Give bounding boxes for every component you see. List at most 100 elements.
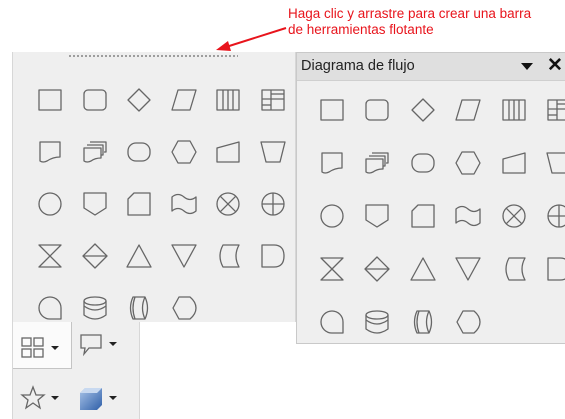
cube-3d-icon bbox=[80, 388, 102, 410]
docked-punched-tape-button[interactable] bbox=[162, 178, 207, 230]
magnetic-disc-icon bbox=[83, 296, 107, 320]
docked-connector-button[interactable] bbox=[28, 178, 73, 230]
star-icon bbox=[20, 385, 46, 410]
collate-icon bbox=[320, 256, 344, 281]
floating-direct-access-storage-button[interactable] bbox=[400, 295, 446, 348]
floating-stored-data-button[interactable] bbox=[491, 242, 537, 295]
collate-icon bbox=[38, 244, 62, 268]
or-icon bbox=[547, 203, 565, 228]
docked-delay-button[interactable] bbox=[251, 230, 296, 282]
manual-operation-icon bbox=[260, 141, 286, 163]
window-titlebar[interactable]: Diagrama de flujo ✕ bbox=[297, 53, 565, 81]
floating-predefined-process-button[interactable] bbox=[491, 83, 537, 136]
docked-manual-operation-button[interactable] bbox=[251, 126, 296, 178]
internal-storage-icon bbox=[261, 89, 285, 111]
data-icon bbox=[171, 89, 197, 111]
floating-or-button[interactable] bbox=[537, 189, 565, 242]
floating-display-button[interactable] bbox=[446, 295, 492, 348]
docked-data-button[interactable] bbox=[162, 74, 207, 126]
docked-manual-input-button[interactable] bbox=[206, 126, 251, 178]
manual-input-icon bbox=[502, 151, 526, 174]
manual-input-icon bbox=[216, 141, 240, 163]
off-page-connector-icon bbox=[365, 203, 389, 228]
direct-access-storage-icon bbox=[413, 309, 432, 334]
docked-predefined-process-button[interactable] bbox=[206, 74, 251, 126]
docked-decision-button[interactable] bbox=[117, 74, 162, 126]
process-icon bbox=[38, 89, 62, 111]
floating-magnetic-disc-button[interactable] bbox=[355, 295, 401, 348]
internal-storage-icon bbox=[547, 98, 565, 121]
delay-icon bbox=[547, 256, 565, 281]
terminator-icon bbox=[411, 152, 435, 173]
floating-connector-button[interactable] bbox=[309, 189, 355, 242]
manual-operation-icon bbox=[546, 151, 565, 174]
floating-delay-button[interactable] bbox=[537, 242, 565, 295]
floating-document-button[interactable] bbox=[309, 136, 355, 189]
toolbar-drag-handle[interactable] bbox=[68, 54, 238, 58]
summing-junction-icon bbox=[216, 192, 240, 216]
terminator-icon bbox=[127, 142, 151, 162]
extract-icon bbox=[126, 244, 152, 268]
floating-data-button[interactable] bbox=[446, 83, 492, 136]
floating-summing-junction-button[interactable] bbox=[491, 189, 537, 242]
floating-off-page-connector-button[interactable] bbox=[355, 189, 401, 242]
floating-sort-button[interactable] bbox=[355, 242, 401, 295]
floating-manual-operation-button[interactable] bbox=[537, 136, 565, 189]
floating-punched-tape-button[interactable] bbox=[446, 189, 492, 242]
floating-merge-button[interactable] bbox=[446, 242, 492, 295]
data-icon bbox=[455, 98, 481, 121]
flowchart-tab[interactable] bbox=[19, 334, 59, 362]
docked-multidocument-button[interactable] bbox=[73, 126, 118, 178]
chevron-down-icon bbox=[51, 396, 59, 400]
merge-icon bbox=[455, 256, 481, 281]
floating-sequential-access-button[interactable] bbox=[309, 295, 355, 348]
floating-process-button[interactable] bbox=[309, 83, 355, 136]
docked-preparation-button[interactable] bbox=[162, 126, 207, 178]
docked-summing-junction-button[interactable] bbox=[206, 178, 251, 230]
callouts-tab[interactable] bbox=[77, 330, 117, 358]
docked-merge-button[interactable] bbox=[162, 230, 207, 282]
document-icon bbox=[321, 151, 343, 174]
docked-extract-button[interactable] bbox=[117, 230, 162, 282]
punched-tape-icon bbox=[171, 193, 197, 215]
docked-process-button[interactable] bbox=[28, 74, 73, 126]
3d-objects-tab[interactable] bbox=[77, 384, 117, 412]
multidocument-icon bbox=[365, 151, 389, 174]
connector-icon bbox=[38, 192, 62, 216]
floating-multidocument-button[interactable] bbox=[355, 136, 401, 189]
floating-extract-button[interactable] bbox=[400, 242, 446, 295]
window-menu-button[interactable] bbox=[521, 63, 533, 70]
floating-terminator-button[interactable] bbox=[400, 136, 446, 189]
connector-icon bbox=[320, 203, 344, 228]
floating-preparation-button[interactable] bbox=[446, 136, 492, 189]
docked-off-page-connector-button[interactable] bbox=[73, 178, 118, 230]
merge-icon bbox=[171, 244, 197, 268]
docked-terminator-button[interactable] bbox=[117, 126, 162, 178]
close-icon[interactable]: ✕ bbox=[547, 56, 563, 76]
docked-display-button[interactable] bbox=[162, 282, 207, 334]
docked-alternate-process-button[interactable] bbox=[73, 74, 118, 126]
annotation-line-2: de herramientas flotante bbox=[288, 22, 434, 37]
docked-stored-data-button[interactable] bbox=[206, 230, 251, 282]
floating-internal-storage-button[interactable] bbox=[537, 83, 565, 136]
floating-card-button[interactable] bbox=[400, 189, 446, 242]
annotation-text: Haga clic y arrastre para crear una barr… bbox=[288, 6, 558, 38]
alternate-process-icon bbox=[83, 89, 107, 111]
docked-document-button[interactable] bbox=[28, 126, 73, 178]
sort-icon bbox=[82, 243, 108, 269]
stars-tab[interactable] bbox=[19, 384, 59, 412]
punched-tape-icon bbox=[455, 205, 481, 226]
display-icon bbox=[456, 309, 481, 334]
docked-internal-storage-button[interactable] bbox=[251, 74, 296, 126]
card-icon bbox=[127, 192, 151, 216]
docked-collate-button[interactable] bbox=[28, 230, 73, 282]
floating-manual-input-button[interactable] bbox=[491, 136, 537, 189]
sequential-access-icon bbox=[320, 309, 344, 334]
floating-collate-button[interactable] bbox=[309, 242, 355, 295]
docked-sort-button[interactable] bbox=[73, 230, 118, 282]
docked-or-button[interactable] bbox=[251, 178, 296, 230]
floating-decision-button[interactable] bbox=[400, 83, 446, 136]
extract-icon bbox=[410, 256, 436, 281]
floating-alternate-process-button[interactable] bbox=[355, 83, 401, 136]
docked-card-button[interactable] bbox=[117, 178, 162, 230]
